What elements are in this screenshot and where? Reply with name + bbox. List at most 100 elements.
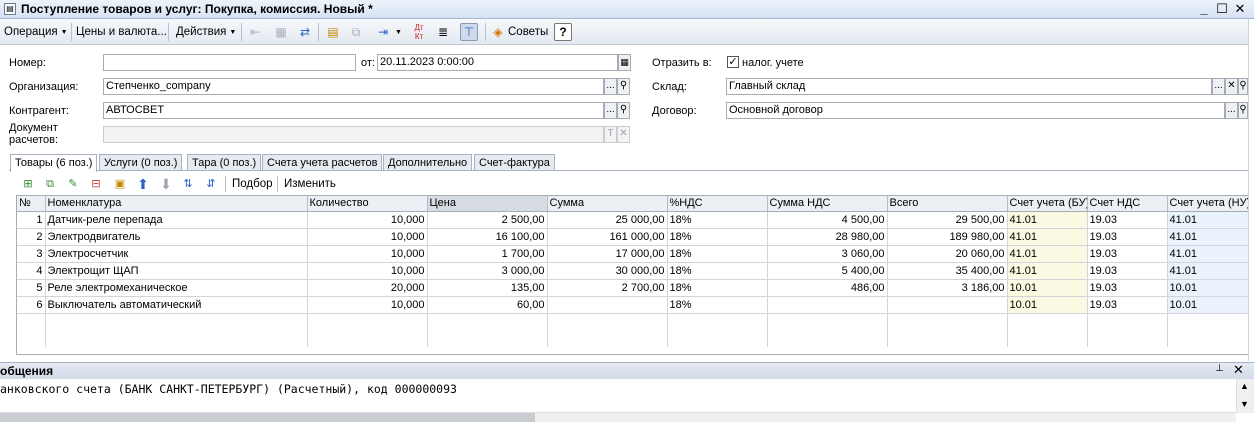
col-vat-rate-cell[interactable]: 18% (667, 228, 768, 246)
col-vat-sum-header[interactable]: Сумма НДС (767, 196, 888, 212)
tips-button[interactable]: Советы (508, 23, 548, 41)
col-account-bu-cell[interactable]: 10.01 (1007, 296, 1088, 314)
dt-kt-icon[interactable]: Дт Кт (410, 23, 428, 41)
col-quantity-cell[interactable]: 10,000 (307, 245, 428, 263)
col-sum-cell[interactable]: 2 700,00 (547, 279, 668, 297)
col-price-header[interactable]: Цена (427, 196, 548, 212)
delete-row-icon[interactable]: ⊟ (88, 176, 104, 192)
search-icon[interactable]: ⚲ (1238, 102, 1248, 119)
col-sum-cell[interactable]: 17 000,00 (547, 245, 668, 263)
pin-icon[interactable]: ⊥ (1215, 363, 1224, 374)
col-account-nu-header[interactable]: Счет учета (НУ) (1167, 196, 1254, 212)
print-icon[interactable]: ▤ (324, 23, 342, 41)
date-field[interactable]: 20.11.2023 0:00:00 (377, 54, 618, 71)
col-price-cell[interactable]: 135,00 (427, 279, 548, 297)
col-account-nu-cell[interactable]: 41.01 (1167, 228, 1254, 246)
tab-services[interactable]: Услуги (0 поз.) (99, 154, 183, 171)
col-quantity-header[interactable]: Количество (307, 196, 428, 212)
col-price-cell[interactable]: 2 500,00 (427, 211, 548, 229)
subordinate-icon[interactable]: ⊤ (460, 23, 478, 41)
col-account-nu-cell[interactable]: 10.01 (1167, 279, 1254, 297)
close-messages-icon[interactable]: ✕ (1233, 362, 1244, 378)
col-sum-cell[interactable]: 161 000,00 (547, 228, 668, 246)
col-number-cell[interactable]: 1 (17, 211, 46, 229)
move-up-icon[interactable]: ⬆ (135, 176, 151, 192)
col-total-cell[interactable]: 35 400,00 (887, 262, 1008, 280)
tips-icon[interactable]: ◈ (489, 23, 507, 41)
maximize-button[interactable]: ☐ (1214, 1, 1230, 17)
col-account-bu-cell[interactable]: 41.01 (1007, 245, 1088, 263)
select-button[interactable]: ... (1212, 78, 1225, 95)
col-vat-rate-cell[interactable]: 18% (667, 279, 768, 297)
col-account-nu-cell[interactable]: 41.01 (1167, 262, 1254, 280)
col-account-vat-header[interactable]: Счет НДС (1087, 196, 1168, 212)
select-button[interactable]: ... (604, 78, 617, 95)
col-account-vat-cell[interactable]: 19.03 (1087, 228, 1168, 246)
col-account-bu-cell[interactable]: 41.01 (1007, 262, 1088, 280)
tab-settlement-accounts[interactable]: Счета учета расчетов (262, 154, 383, 171)
col-number-cell[interactable]: 3 (17, 245, 46, 263)
col-price-cell[interactable]: 16 100,00 (427, 228, 548, 246)
number-field[interactable] (103, 54, 356, 71)
select-button[interactable]: ... (1225, 102, 1238, 119)
col-number-cell[interactable]: 5 (17, 279, 46, 297)
col-vat-rate-cell[interactable]: 18% (667, 211, 768, 229)
messages-vertical-scrollbar[interactable]: ▲ ▼ (1236, 379, 1254, 413)
operation-menu[interactable]: Операция ▼ (4, 23, 68, 41)
col-nomenclature-header[interactable]: Номенклатура (45, 196, 308, 212)
table-row[interactable]: 6 Выключатель автоматический 10,000 60,00 18… (17, 296, 1254, 314)
col-quantity-cell[interactable]: 20,000 (307, 279, 428, 297)
structure-icon[interactable]: ≣ (434, 23, 452, 41)
sort-desc-icon[interactable]: ⇵ (203, 176, 219, 192)
edit-button[interactable]: Изменить (284, 176, 336, 192)
scroll-up-icon[interactable]: ▲ (1240, 381, 1249, 391)
dropdown-arrow-icon[interactable]: ▼ (392, 23, 402, 41)
table-row[interactable]: 4 Электрощит ЩАП 10,000 3 000,00 30 000,00 18… (17, 262, 1254, 280)
col-nomenclature-cell[interactable]: Электрощит ЩАП (45, 262, 308, 280)
organization-field[interactable]: Степченко_company (103, 78, 604, 95)
search-icon[interactable]: ⚲ (617, 78, 630, 95)
col-account-vat-cell[interactable]: 19.03 (1087, 262, 1168, 280)
add-row-icon[interactable]: ⊞ (20, 176, 36, 192)
col-quantity-cell[interactable]: 10,000 (307, 228, 428, 246)
col-quantity-cell[interactable]: 10,000 (307, 211, 428, 229)
tab-containers[interactable]: Тара (0 поз.) (187, 154, 262, 171)
col-account-bu-cell[interactable]: 41.01 (1007, 228, 1088, 246)
end-edit-icon[interactable]: ▣ (112, 176, 128, 192)
col-vat-sum-cell[interactable]: 5 400,00 (767, 262, 888, 280)
edit-row-icon[interactable]: ✎ (65, 176, 81, 192)
clear-icon[interactable]: ✕ (617, 126, 630, 143)
messages-horizontal-scrollbar[interactable] (0, 412, 1236, 422)
settlement-doc-field[interactable] (103, 126, 604, 143)
col-account-bu-header[interactable]: Счет учета (БУ) (1007, 196, 1088, 212)
actions-menu[interactable]: Действия ▼ (176, 23, 236, 41)
tax-accounting-checkbox[interactable]: ✓ (727, 56, 739, 68)
col-nomenclature-cell[interactable]: Датчик-реле перепада (45, 211, 308, 229)
scroll-down-icon[interactable]: ▼ (1240, 399, 1249, 409)
warehouse-field[interactable]: Главный склад (726, 78, 1212, 95)
contract-field[interactable]: Основной договор (726, 102, 1225, 119)
clear-icon[interactable]: ✕ (1225, 78, 1238, 95)
tab-goods[interactable]: Товары (6 поз.) (10, 154, 98, 172)
col-account-nu-cell[interactable]: 41.01 (1167, 245, 1254, 263)
copy-icon[interactable]: ⧉ (347, 23, 365, 41)
col-vat-rate-cell[interactable]: 18% (667, 245, 768, 263)
col-quantity-cell[interactable]: 10,000 (307, 296, 428, 314)
col-vat-sum-cell[interactable] (767, 296, 888, 314)
search-icon[interactable]: ⚲ (617, 102, 630, 119)
col-vat-rate-cell[interactable]: 18% (667, 262, 768, 280)
col-total-cell[interactable]: 3 186,00 (887, 279, 1008, 297)
search-icon[interactable]: ⚲ (1238, 78, 1248, 95)
col-number-cell[interactable]: 6 (17, 296, 46, 314)
sort-asc-icon[interactable]: ⇅ (180, 176, 196, 192)
col-number-header[interactable]: № (17, 196, 46, 212)
col-account-bu-cell[interactable]: 41.01 (1007, 211, 1088, 229)
help-button[interactable]: ? (554, 23, 572, 41)
select-button[interactable]: ... (604, 102, 617, 119)
col-nomenclature-cell[interactable]: Электросчетчик (45, 245, 308, 263)
col-nomenclature-cell[interactable]: Выключатель автоматический (45, 296, 308, 314)
tab-additional[interactable]: Дополнительно (383, 154, 473, 171)
col-quantity-cell[interactable]: 10,000 (307, 262, 428, 280)
col-vat-sum-cell[interactable]: 3 060,00 (767, 245, 888, 263)
col-vat-sum-cell[interactable]: 28 980,00 (767, 228, 888, 246)
